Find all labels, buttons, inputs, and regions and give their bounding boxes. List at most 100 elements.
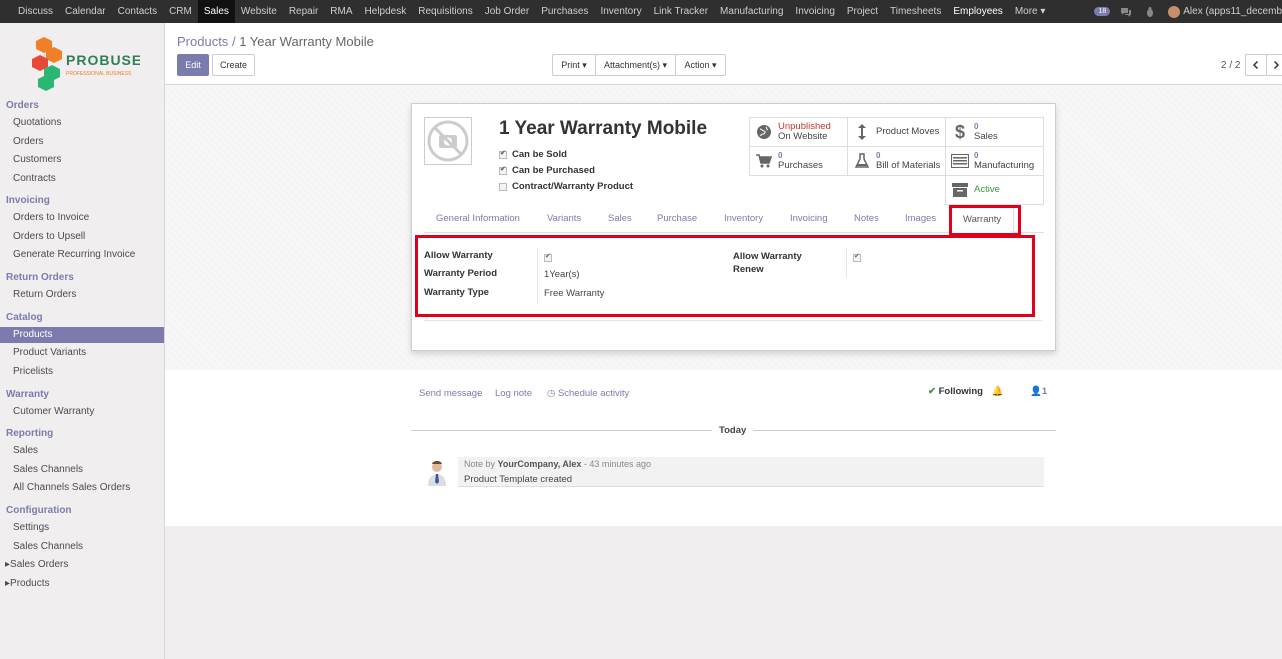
tab-variants[interactable]: Variants — [547, 204, 581, 233]
sidebar-item-all-channels[interactable]: All Channels Sales Orders — [13, 482, 130, 493]
pager-next-button[interactable] — [1266, 54, 1282, 76]
tab-purchase[interactable]: Purchase — [657, 204, 697, 233]
schedule-activity-button[interactable]: ◷ Schedule activity — [547, 388, 629, 399]
sidebar-tree-sales-orders[interactable]: ▸Sales Orders — [5, 559, 68, 570]
message-author[interactable]: YourCompany, Alex — [498, 459, 582, 469]
sidebar-item-recurring-invoice[interactable]: Generate Recurring Invoice — [13, 249, 135, 260]
sidebar-item-contracts[interactable]: Contracts — [13, 173, 56, 184]
allow-warranty-checkbox[interactable] — [544, 252, 552, 262]
sidebar-section-invoicing[interactable]: Invoicing — [6, 195, 50, 206]
tab-inventory[interactable]: Inventory — [724, 204, 763, 233]
tab-images[interactable]: Images — [905, 204, 936, 233]
sidebar-item-customers[interactable]: Customers — [13, 154, 61, 165]
edit-button[interactable]: Edit — [177, 54, 209, 76]
sidebar-item-pricelists[interactable]: Pricelists — [13, 366, 53, 377]
menu-calendar[interactable]: Calendar — [59, 0, 112, 23]
sidebar-item-quotations[interactable]: Quotations — [13, 117, 61, 128]
sidebar-item-config-sales-channels[interactable]: Sales Channels — [13, 541, 83, 552]
action-button[interactable]: Action ▾ — [675, 54, 726, 76]
menu-helpdesk[interactable]: Helpdesk — [359, 0, 413, 23]
activity-badge[interactable]: 18 — [1094, 7, 1111, 16]
warranty-type-value[interactable]: Free Warranty — [544, 288, 604, 299]
print-button[interactable]: Print ▾ — [552, 54, 596, 76]
sales-smart-button[interactable]: $ 0 Sales — [945, 117, 1044, 147]
shopping-cart-icon — [754, 154, 774, 168]
tab-notes[interactable]: Notes — [854, 204, 879, 233]
product-name[interactable]: 1 Year Warranty Mobile — [499, 118, 707, 140]
menu-link-tracker[interactable]: Link Tracker — [648, 0, 714, 23]
can-be-purchased-checkbox[interactable] — [499, 165, 507, 175]
product-image[interactable] — [424, 117, 472, 165]
followers-button[interactable]: 👤1 — [1030, 386, 1047, 397]
menu-employees[interactable]: Employees — [947, 0, 1008, 23]
sidebar-section-reporting[interactable]: Reporting — [6, 428, 53, 439]
sidebar-item-products[interactable]: Products — [0, 327, 164, 343]
breadcrumb-parent[interactable]: Products — [177, 34, 228, 49]
chat-icon[interactable] — [1120, 6, 1132, 18]
warranty-period-value[interactable]: 1Year(s) — [544, 269, 580, 280]
manufacturing-smart-button[interactable]: 0 Manufacturing — [945, 146, 1044, 176]
sidebar-item-return-orders[interactable]: Return Orders — [13, 289, 76, 300]
product-moves-label: Product Moves — [876, 126, 940, 137]
menu-inventory[interactable]: Inventory — [594, 0, 647, 23]
attachments-label: Attachment(s) — [603, 60, 660, 70]
bug-icon[interactable] — [1144, 6, 1156, 18]
menu-project[interactable]: Project — [841, 0, 884, 23]
allow-warranty-renew-checkbox[interactable] — [853, 252, 861, 262]
menu-website[interactable]: Website — [235, 0, 283, 23]
following-button[interactable]: ✔ Following 🔔 — [928, 386, 1003, 397]
menu-manufacturing[interactable]: Manufacturing — [714, 0, 789, 23]
pager-value[interactable]: 2 / 2 — [1221, 60, 1240, 71]
menu-invoicing[interactable]: Invoicing — [789, 0, 840, 23]
active-toggle-button[interactable]: Active — [945, 175, 1044, 205]
menu-repair[interactable]: Repair — [283, 0, 324, 23]
can-be-sold-row[interactable]: Can be Sold — [499, 149, 567, 160]
bom-smart-button[interactable]: 0 Bill of Materials — [847, 146, 946, 176]
sidebar-section-orders[interactable]: Orders — [6, 100, 39, 111]
message-body: Product Template created — [464, 474, 573, 485]
tab-sales[interactable]: Sales — [608, 204, 632, 233]
sidebar-section-catalog[interactable]: Catalog — [6, 312, 43, 323]
can-be-sold-checkbox[interactable] — [499, 149, 507, 159]
menu-more[interactable]: More ▾ — [1009, 0, 1052, 23]
menu-timesheets[interactable]: Timesheets — [884, 0, 947, 23]
menu-sales[interactable]: Sales — [197, 0, 235, 23]
menu-crm[interactable]: CRM — [163, 0, 198, 23]
menu-purchases[interactable]: Purchases — [535, 0, 594, 23]
author-avatar[interactable] — [426, 458, 448, 486]
menu-discuss[interactable]: Discuss — [12, 0, 59, 23]
sidebar-item-customer-warranty[interactable]: Cutomer Warranty — [13, 406, 94, 417]
product-moves-button[interactable]: Product Moves — [847, 117, 946, 147]
sidebar-item-product-variants[interactable]: Product Variants — [13, 347, 86, 358]
sidebar-item-report-sales-channels[interactable]: Sales Channels — [13, 464, 83, 475]
purchases-smart-button[interactable]: 0 Purchases — [749, 146, 848, 176]
user-menu[interactable]: Alex (apps11_decemb — [1168, 5, 1282, 18]
sidebar-section-return-orders[interactable]: Return Orders — [6, 272, 74, 283]
sidebar-item-orders[interactable]: Orders — [13, 136, 44, 147]
attachments-button[interactable]: Attachment(s) ▾ — [595, 54, 676, 76]
pager-previous-button[interactable] — [1245, 54, 1267, 76]
create-button[interactable]: Create — [212, 54, 255, 76]
website-publish-button[interactable]: Unpublished On Website — [749, 117, 848, 147]
tab-invoicing[interactable]: Invoicing — [790, 204, 828, 233]
sidebar-item-orders-to-invoice[interactable]: Orders to Invoice — [13, 212, 89, 223]
top-navbar: Discuss Calendar Contacts CRM Sales Webs… — [0, 0, 1282, 23]
log-note-button[interactable]: Log note — [495, 388, 532, 399]
contract-warranty-checkbox[interactable] — [499, 182, 507, 191]
sidebar-item-orders-to-upsell[interactable]: Orders to Upsell — [13, 231, 85, 242]
menu-rma[interactable]: RMA — [324, 0, 358, 23]
sidebar-item-settings[interactable]: Settings — [13, 522, 49, 533]
warranty-type-label: Warranty Type — [424, 287, 489, 298]
menu-job-order[interactable]: Job Order — [479, 0, 535, 23]
sidebar-tree-products[interactable]: ▸Products — [5, 578, 50, 589]
sidebar-section-warranty[interactable]: Warranty — [6, 389, 49, 400]
send-message-button[interactable]: Send message — [419, 388, 482, 399]
can-be-purchased-row[interactable]: Can be Purchased — [499, 165, 595, 176]
bell-icon[interactable]: 🔔 — [992, 386, 1004, 397]
contract-warranty-row[interactable]: Contract/Warranty Product — [499, 181, 633, 192]
tab-general-information[interactable]: General Information — [436, 204, 520, 233]
sidebar-item-report-sales[interactable]: Sales — [13, 445, 38, 456]
menu-requisitions[interactable]: Requisitions — [412, 0, 478, 23]
menu-contacts[interactable]: Contacts — [112, 0, 163, 23]
sidebar-section-configuration[interactable]: Configuration — [6, 505, 72, 516]
